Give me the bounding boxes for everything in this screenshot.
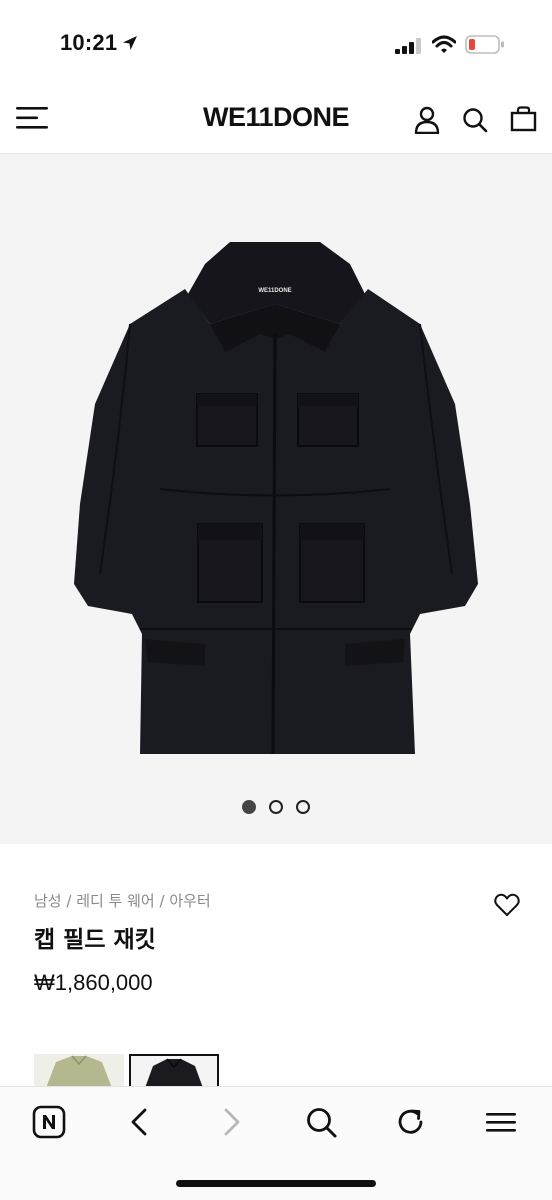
product-price: ₩1,860,000 — [34, 970, 153, 995]
reload-icon[interactable] — [394, 1105, 428, 1139]
wifi-icon — [432, 35, 456, 53]
shopping-bag-icon[interactable] — [510, 106, 537, 132]
search-icon[interactable] — [304, 1105, 338, 1139]
color-swatch-black[interactable] — [129, 1054, 219, 1088]
breadcrumb[interactable]: 남성 / 레디 투 웨어 / 아우터 — [34, 890, 211, 911]
forward-arrow-icon[interactable] — [214, 1105, 248, 1139]
user-icon[interactable] — [414, 106, 440, 134]
location-arrow-icon — [123, 36, 138, 50]
product-title: 캡 필드 재킷 — [34, 927, 156, 953]
back-arrow-icon[interactable] — [123, 1105, 157, 1139]
menu-icon[interactable] — [484, 1105, 518, 1139]
carousel-dot-1[interactable] — [242, 800, 256, 814]
color-swatch-khaki[interactable] — [34, 1054, 124, 1088]
product-image-black-field-jacket[interactable]: WE11DONE — [60, 234, 490, 764]
naver-n-icon[interactable] — [32, 1105, 66, 1139]
battery-low-icon — [465, 35, 504, 54]
jacket-neck-label: WE11DONE — [258, 288, 291, 294]
search-icon[interactable] — [462, 107, 488, 133]
status-bar: 10:21 — [0, 0, 552, 88]
status-time: 10:21 — [60, 30, 118, 55]
khaki-jacket-thumbnail — [46, 1055, 112, 1088]
heart-outline-icon[interactable] — [494, 893, 520, 917]
black-jacket-thumbnail — [145, 1058, 203, 1088]
carousel-dots — [0, 800, 552, 814]
carousel-dot-2[interactable] — [269, 800, 283, 814]
carousel-dot-3[interactable] — [296, 800, 310, 814]
product-image-gallery[interactable]: WE11DONE — [0, 154, 552, 844]
site-header: WE11DONE — [0, 88, 552, 154]
home-indicator — [176, 1180, 376, 1187]
cellular-signal-icon — [395, 38, 421, 54]
